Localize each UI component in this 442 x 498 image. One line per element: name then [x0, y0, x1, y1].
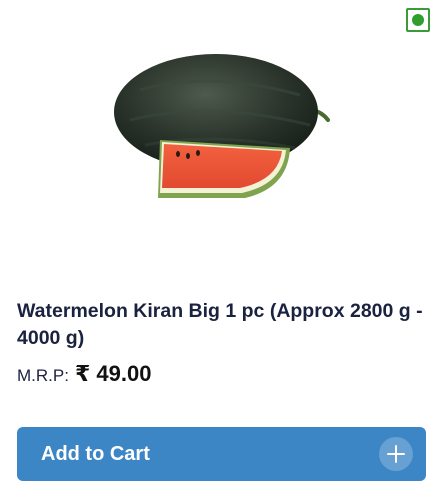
- add-to-cart-button[interactable]: Add to Cart: [17, 427, 426, 481]
- mrp-label: M.R.P:: [17, 366, 69, 385]
- plus-icon: [379, 437, 413, 471]
- product-title[interactable]: Watermelon Kiran Big 1 pc (Approx 2800 g…: [17, 298, 429, 352]
- veg-dot: [412, 14, 424, 26]
- product-card: Watermelon Kiran Big 1 pc (Approx 2800 g…: [0, 0, 442, 498]
- product-image[interactable]: [100, 40, 340, 210]
- veg-indicator-icon: [406, 8, 430, 32]
- price-value: ₹ 49.00: [74, 361, 152, 386]
- add-to-cart-label: Add to Cart: [41, 442, 150, 465]
- price-row: M.R.P: ₹ 49.00: [17, 361, 151, 387]
